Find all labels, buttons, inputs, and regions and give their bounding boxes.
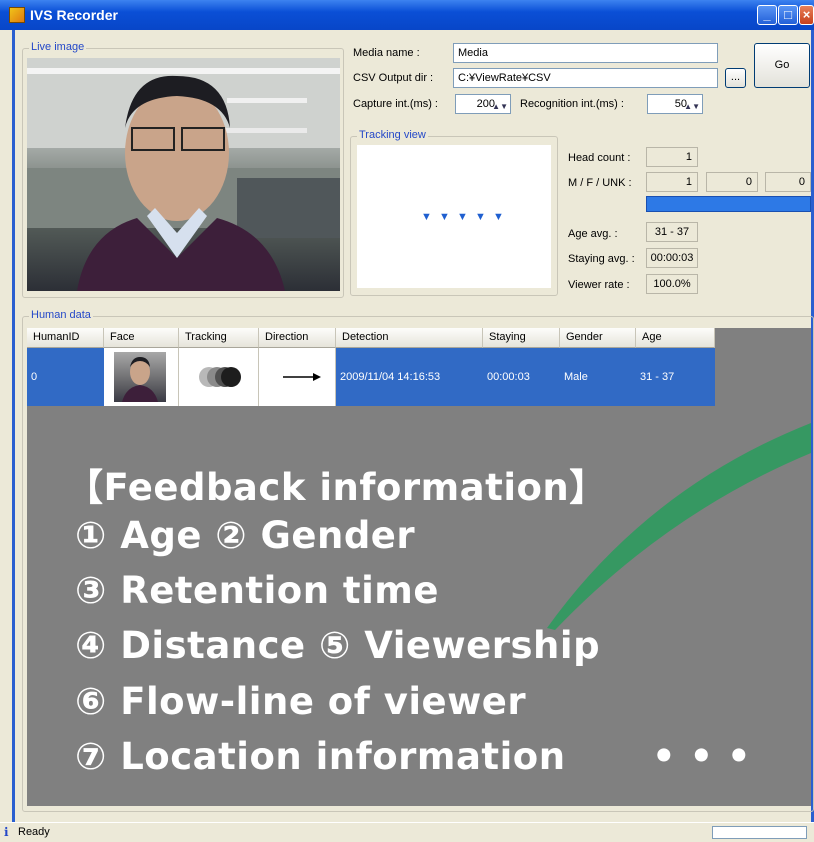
overlay-line: ④ Distance ⑤ Viewership bbox=[75, 624, 601, 667]
capture-interval-stepper[interactable]: 200 ▲▼ bbox=[455, 94, 511, 114]
viewer-rate-value: 100.0% bbox=[646, 274, 698, 294]
csv-dir-input[interactable]: C:¥ViewRate¥CSV bbox=[453, 68, 718, 88]
recognition-interval-stepper[interactable]: 50 ▲▼ bbox=[647, 94, 703, 114]
status-text: Ready bbox=[18, 826, 50, 838]
viewer-rate-label: Viewer rate : bbox=[568, 279, 630, 291]
overlay-ellipsis: • • • bbox=[652, 735, 752, 778]
app-icon bbox=[9, 7, 25, 23]
status-progress-bar bbox=[712, 826, 807, 839]
head-count-value: 1 bbox=[646, 147, 698, 167]
spinner-arrows-icon[interactable]: ▲▼ bbox=[684, 98, 700, 116]
csv-dir-label: CSV Output dir : bbox=[353, 72, 434, 84]
head-count-label: Head count : bbox=[568, 152, 631, 164]
overlay-heading: 【Feedback information】 bbox=[66, 466, 607, 509]
browse-button[interactable]: ... bbox=[725, 68, 746, 88]
staying-avg-value: 00:00:03 bbox=[646, 248, 698, 268]
live-camera-image bbox=[27, 58, 340, 291]
track-marker-icon: ▼ bbox=[457, 211, 468, 223]
close-button[interactable]: × bbox=[799, 5, 814, 25]
female-count-value: 0 bbox=[706, 172, 758, 192]
male-count-value: 1 bbox=[646, 172, 698, 192]
status-bar: ℹ Ready bbox=[0, 822, 814, 842]
staying-avg-label: Staying avg. : bbox=[568, 253, 635, 265]
media-name-input[interactable]: Media bbox=[453, 43, 718, 63]
window-title: IVS Recorder bbox=[30, 7, 118, 23]
unknown-count-value: 0 bbox=[765, 172, 811, 192]
track-marker-icon: ▼ bbox=[493, 211, 504, 223]
gender-ratio-bar bbox=[646, 196, 811, 212]
human-data-label: Human data bbox=[29, 309, 93, 321]
track-marker-icon: ▼ bbox=[421, 211, 432, 223]
age-avg-value: 31 - 37 bbox=[646, 222, 698, 242]
spinner-arrows-icon[interactable]: ▲▼ bbox=[492, 98, 508, 116]
overlay-line: ③ Retention time bbox=[75, 569, 439, 612]
maximize-button[interactable]: □ bbox=[778, 5, 798, 25]
title-bar: IVS Recorder _ □ × bbox=[0, 0, 814, 30]
overlay-line: ① Age ② Gender bbox=[75, 514, 416, 557]
tracking-view-canvas: ▼ ▼ ▼ ▼ ▼ bbox=[357, 145, 551, 288]
go-button[interactable]: Go bbox=[754, 43, 810, 88]
minimize-button[interactable]: _ bbox=[757, 5, 777, 25]
mfu-label: M / F / UNK : bbox=[568, 177, 632, 189]
tracking-view-label: Tracking view bbox=[357, 129, 428, 141]
camera-feed-picture bbox=[27, 58, 340, 291]
live-image-label: Live image bbox=[29, 41, 87, 53]
recognition-interval-label: Recognition int.(ms) : bbox=[520, 98, 624, 110]
overlay-line: ⑥ Flow-line of viewer bbox=[75, 680, 527, 723]
capture-interval-label: Capture int.(ms) : bbox=[353, 98, 438, 110]
overlay-line: ⑦ Location information bbox=[75, 735, 566, 778]
media-name-label: Media name : bbox=[353, 47, 420, 59]
track-marker-icon: ▼ bbox=[475, 211, 486, 223]
track-marker-icon: ▼ bbox=[439, 211, 450, 223]
age-avg-label: Age avg. : bbox=[568, 228, 618, 240]
info-icon: ℹ bbox=[4, 825, 9, 839]
